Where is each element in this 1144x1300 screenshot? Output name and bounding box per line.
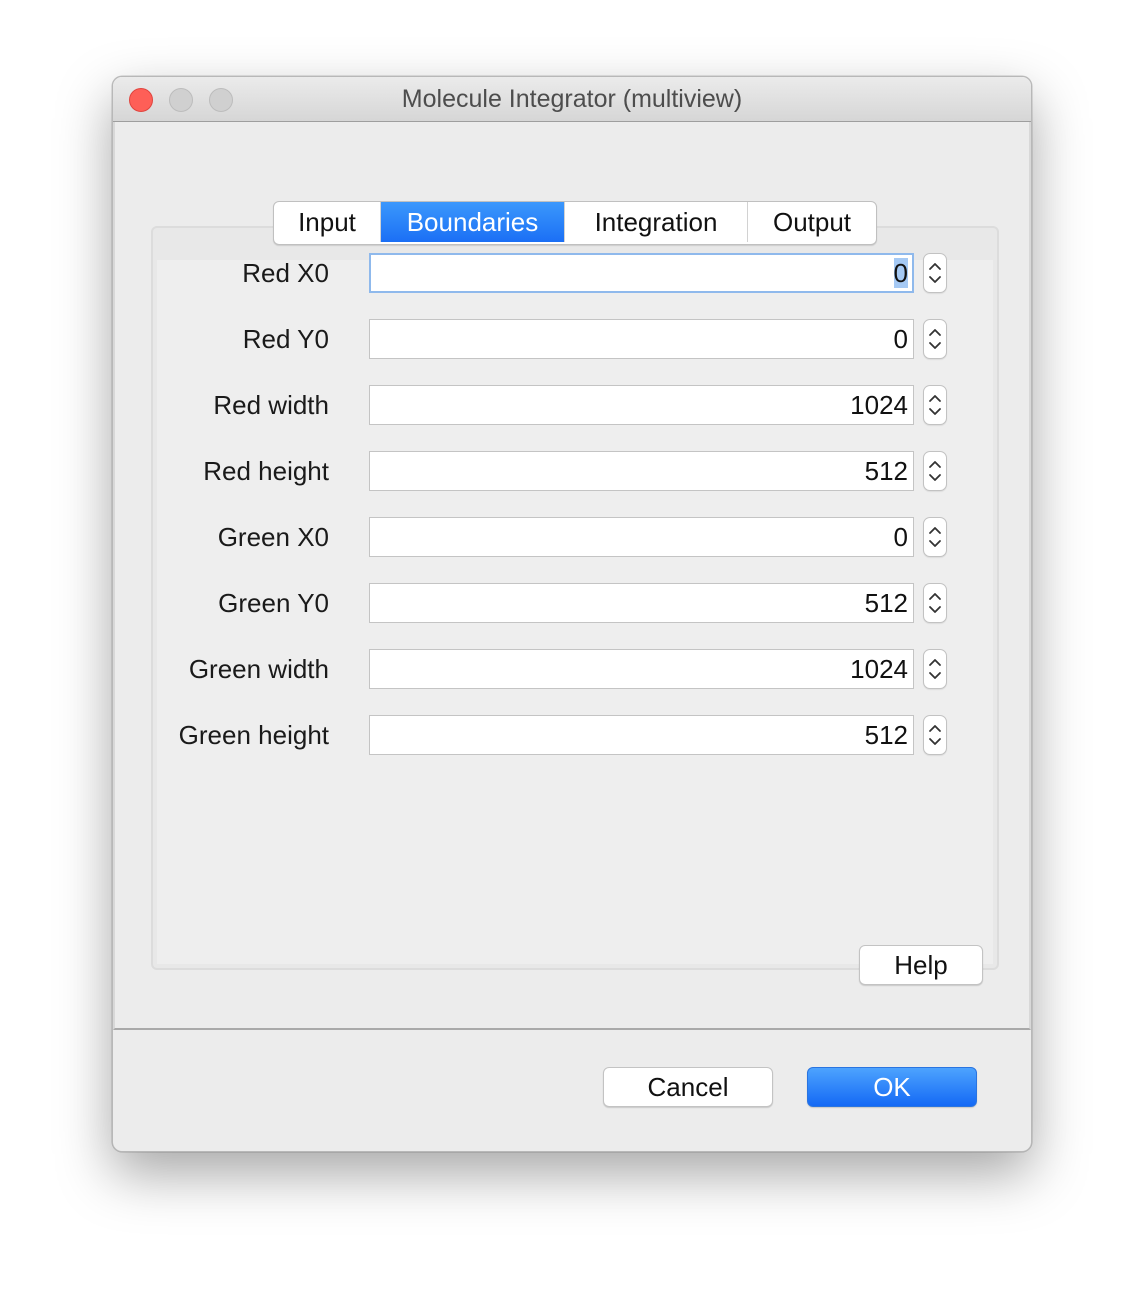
field-label: Red width xyxy=(213,390,329,420)
chevron-up-icon[interactable] xyxy=(929,329,941,336)
red-width-input[interactable]: 1024 xyxy=(369,385,914,425)
red-width-stepper[interactable] xyxy=(923,385,947,425)
tab-boundaries[interactable]: Boundaries xyxy=(381,202,565,242)
field-label: Red Y0 xyxy=(242,324,329,354)
green-width-input[interactable]: 1024 xyxy=(369,649,914,689)
field-row-red-x0: Red X0 0 xyxy=(115,253,1015,293)
green-x0-input[interactable]: 0 xyxy=(369,517,914,557)
green-height-input[interactable]: 512 xyxy=(369,715,914,755)
red-x0-input[interactable]: 0 xyxy=(369,253,914,293)
chevron-up-icon[interactable] xyxy=(929,263,941,270)
chevron-up-icon[interactable] xyxy=(929,395,941,402)
ok-button[interactable]: OK xyxy=(807,1067,977,1107)
chevron-up-icon[interactable] xyxy=(929,593,941,600)
field-label: Green height xyxy=(178,720,329,750)
chevron-down-icon[interactable] xyxy=(929,408,941,415)
green-y0-stepper[interactable] xyxy=(923,583,947,623)
green-height-stepper[interactable] xyxy=(923,715,947,755)
field-label: Red X0 xyxy=(242,258,329,288)
field-row-green-x0: Green X0 0 xyxy=(115,517,1015,557)
chevron-up-icon[interactable] xyxy=(929,527,941,534)
field-row-red-height: Red height 512 xyxy=(115,451,1015,491)
field-row-red-width: Red width 1024 xyxy=(115,385,1015,425)
red-height-input[interactable]: 512 xyxy=(369,451,914,491)
chevron-down-icon[interactable] xyxy=(929,606,941,613)
field-row-green-height: Green height 512 xyxy=(115,715,1015,755)
tab-bar: Input Boundaries Integration Output xyxy=(273,201,877,245)
chevron-up-icon[interactable] xyxy=(929,659,941,666)
field-value: 0 xyxy=(893,258,908,288)
red-height-stepper[interactable] xyxy=(923,451,947,491)
window-title: Molecule Integrator (multiview) xyxy=(401,85,743,113)
field-label: Red height xyxy=(203,456,329,486)
field-row-green-y0: Green Y0 512 xyxy=(115,583,1015,623)
chevron-down-icon[interactable] xyxy=(929,738,941,745)
chevron-down-icon[interactable] xyxy=(929,342,941,349)
chevron-down-icon[interactable] xyxy=(929,276,941,283)
help-button[interactable]: Help xyxy=(859,945,983,985)
field-row-red-y0: Red Y0 0 xyxy=(115,319,1015,359)
red-y0-stepper[interactable] xyxy=(923,319,947,359)
dialog-window: Molecule Integrator (multiview) Input Bo… xyxy=(112,76,1032,1152)
dialog-content: Input Boundaries Integration Output Red … xyxy=(113,122,1031,1030)
chevron-down-icon[interactable] xyxy=(929,474,941,481)
field-label: Green width xyxy=(188,654,329,684)
title-bar[interactable]: Molecule Integrator (multiview) xyxy=(113,77,1031,122)
chevron-down-icon[interactable] xyxy=(929,672,941,679)
field-row-green-width: Green width 1024 xyxy=(115,649,1015,689)
chevron-up-icon[interactable] xyxy=(929,725,941,732)
tab-input[interactable]: Input xyxy=(274,202,381,242)
red-y0-input[interactable]: 0 xyxy=(369,319,914,359)
cancel-button[interactable]: Cancel xyxy=(603,1067,773,1107)
green-width-stepper[interactable] xyxy=(923,649,947,689)
tab-integration[interactable]: Integration xyxy=(565,202,748,242)
green-y0-input[interactable]: 512 xyxy=(369,583,914,623)
field-label: Green Y0 xyxy=(218,588,329,618)
red-x0-stepper[interactable] xyxy=(923,253,947,293)
green-x0-stepper[interactable] xyxy=(923,517,947,557)
tab-output[interactable]: Output xyxy=(748,202,876,242)
chevron-up-icon[interactable] xyxy=(929,461,941,468)
chevron-down-icon[interactable] xyxy=(929,540,941,547)
field-label: Green X0 xyxy=(217,522,329,552)
